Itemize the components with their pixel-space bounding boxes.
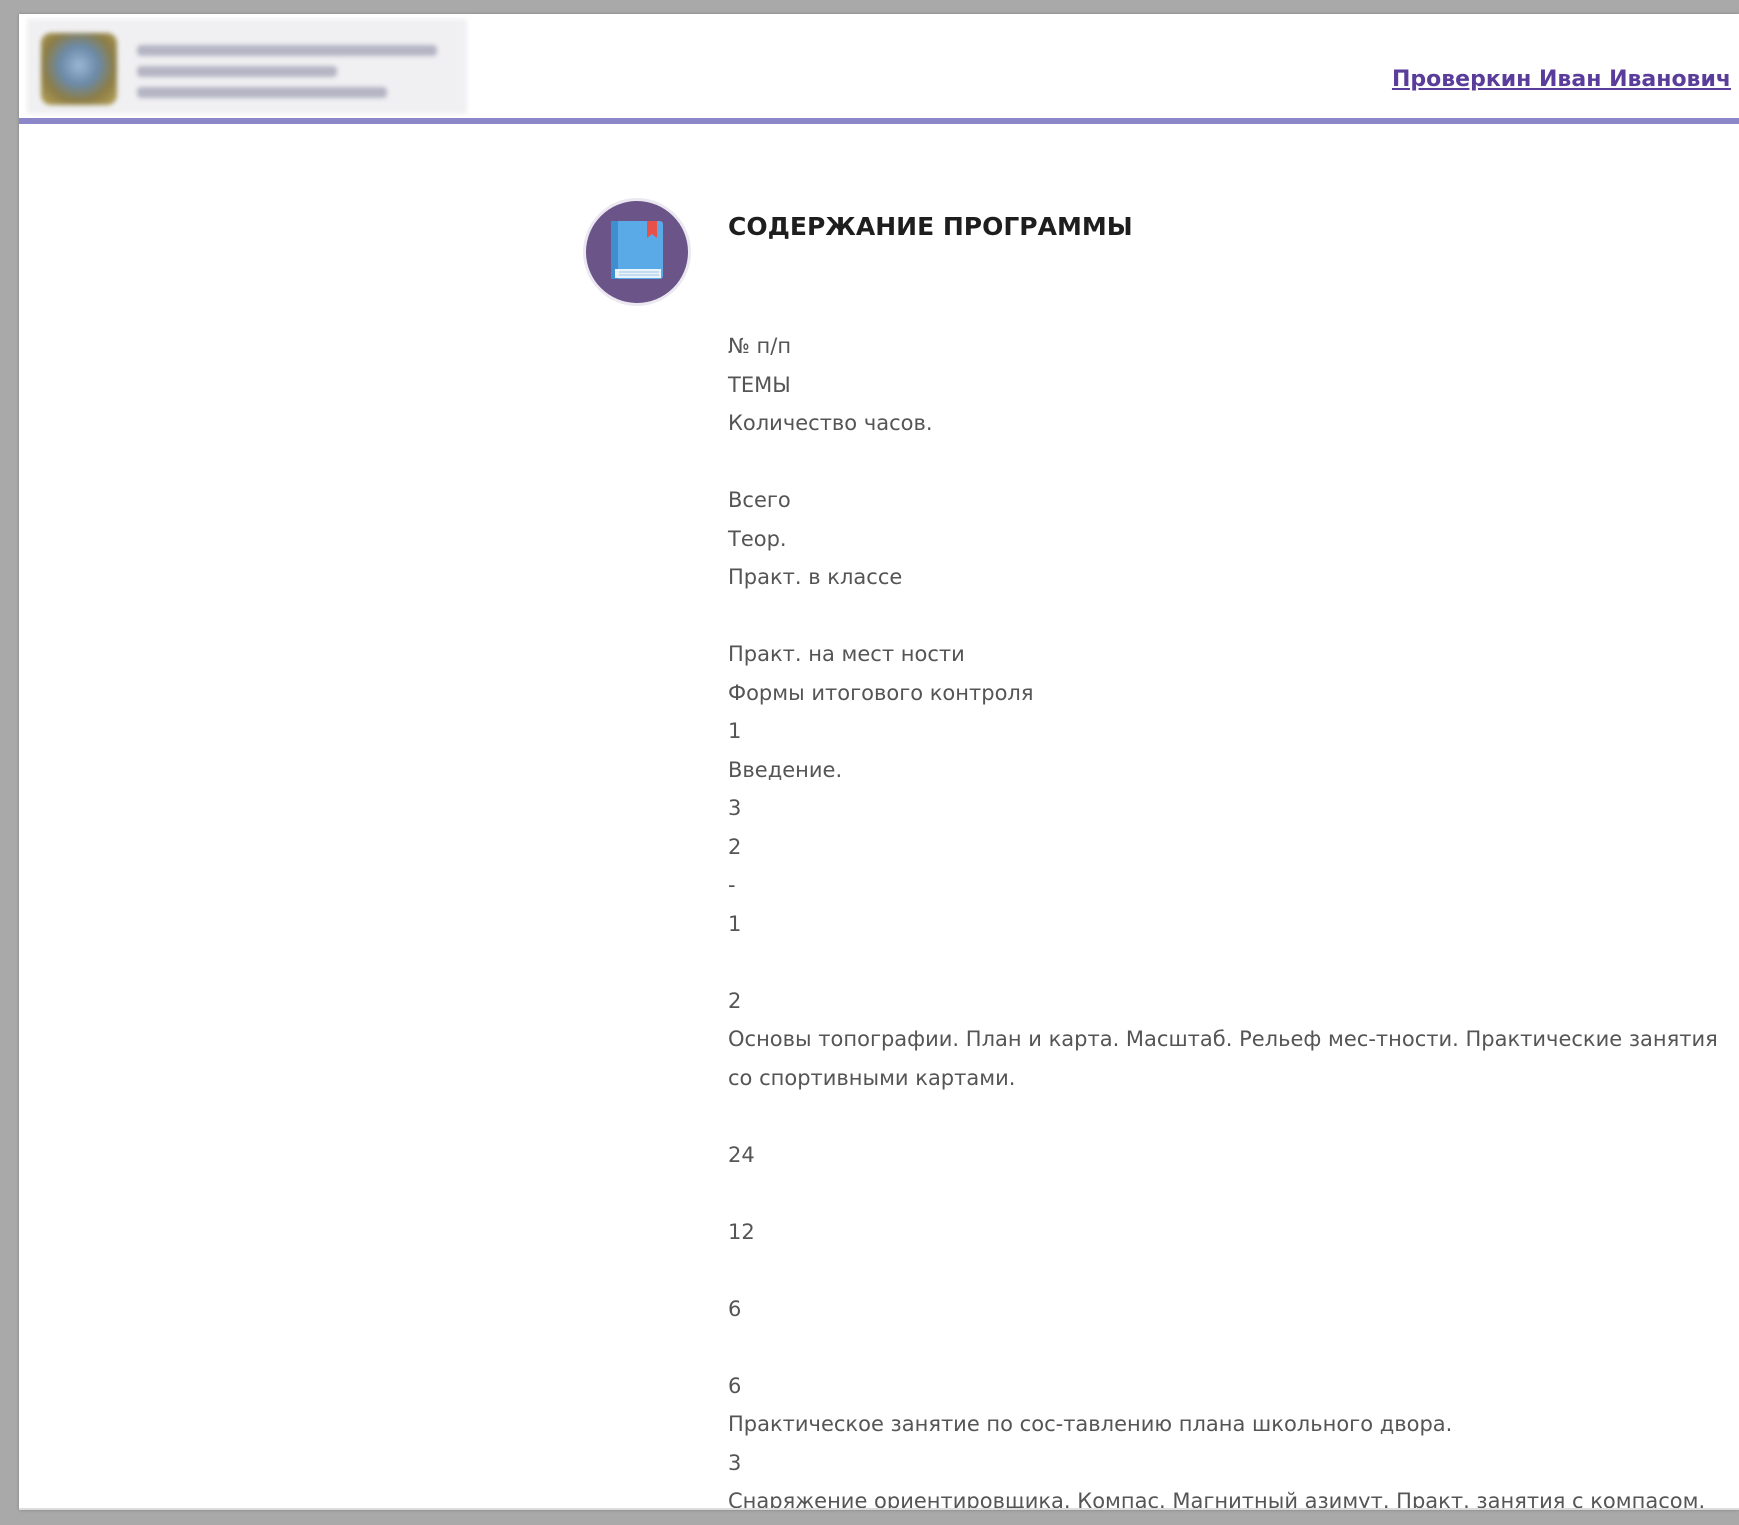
header-accent-bar — [19, 118, 1739, 124]
content-line: Количество часов. — [728, 411, 933, 435]
content-line: Всего — [728, 488, 791, 512]
content-line: 24 — [728, 1142, 755, 1167]
content-line: 3 — [728, 796, 742, 820]
content-line: 2 — [728, 988, 742, 1013]
section-icon-circle — [586, 201, 688, 303]
content-line: - — [728, 873, 736, 897]
page-frame: Проверкин Иван Иванович СОДЕРЖАНИЕ ПРОГР… — [19, 14, 1739, 1510]
book-icon — [611, 221, 663, 279]
content-line: Практ. на мест ности — [728, 642, 965, 666]
content-line: Снаряжение ориентировщика. Компас. Магни… — [728, 1489, 1706, 1510]
content-line — [728, 443, 1730, 482]
content-line: 3 — [728, 1450, 742, 1475]
content-line: Практическое занятие по сос-тавлению пла… — [728, 1412, 1453, 1436]
content-line: 1 — [728, 719, 742, 743]
content-line: Основы топографии. План и карта. Масштаб… — [728, 1027, 1725, 1090]
organization-name-blurred — [137, 87, 387, 98]
content-line — [728, 1251, 1730, 1290]
content-line: 1 — [728, 911, 742, 936]
content-line: Практ. в классе — [728, 565, 903, 589]
content-line: № п/п — [728, 334, 792, 358]
header: Проверкин Иван Иванович — [19, 14, 1739, 118]
bottom-divider — [19, 1508, 1739, 1510]
content-line — [728, 1097, 1730, 1136]
content-line: 12 — [728, 1219, 755, 1244]
content-line: 6 — [728, 1373, 742, 1398]
content-line: 2 — [728, 834, 742, 859]
section-title: СОДЕРЖАНИЕ ПРОГРАММЫ — [728, 212, 1133, 241]
content-line — [728, 1328, 1730, 1367]
content-line: Введение. — [728, 757, 843, 782]
content-line — [728, 943, 1730, 982]
content-line: 6 — [728, 1296, 742, 1321]
content-line: Формы итогового контроля — [728, 680, 1034, 705]
emblem-icon — [41, 33, 117, 105]
program-content: № п/п ТЕМЫ Количество часов. Всего Теор. Пра… — [728, 327, 1730, 1510]
content-line — [728, 1174, 1730, 1213]
content-line: Теор. — [728, 526, 787, 551]
organization-name-blurred — [137, 66, 337, 77]
user-profile-link[interactable]: Проверкин Иван Иванович — [1392, 67, 1731, 92]
content-line: ТЕМЫ — [728, 372, 791, 397]
organization-name-blurred — [137, 45, 437, 56]
content-line — [728, 597, 1730, 636]
organization-logo[interactable] — [27, 19, 467, 114]
